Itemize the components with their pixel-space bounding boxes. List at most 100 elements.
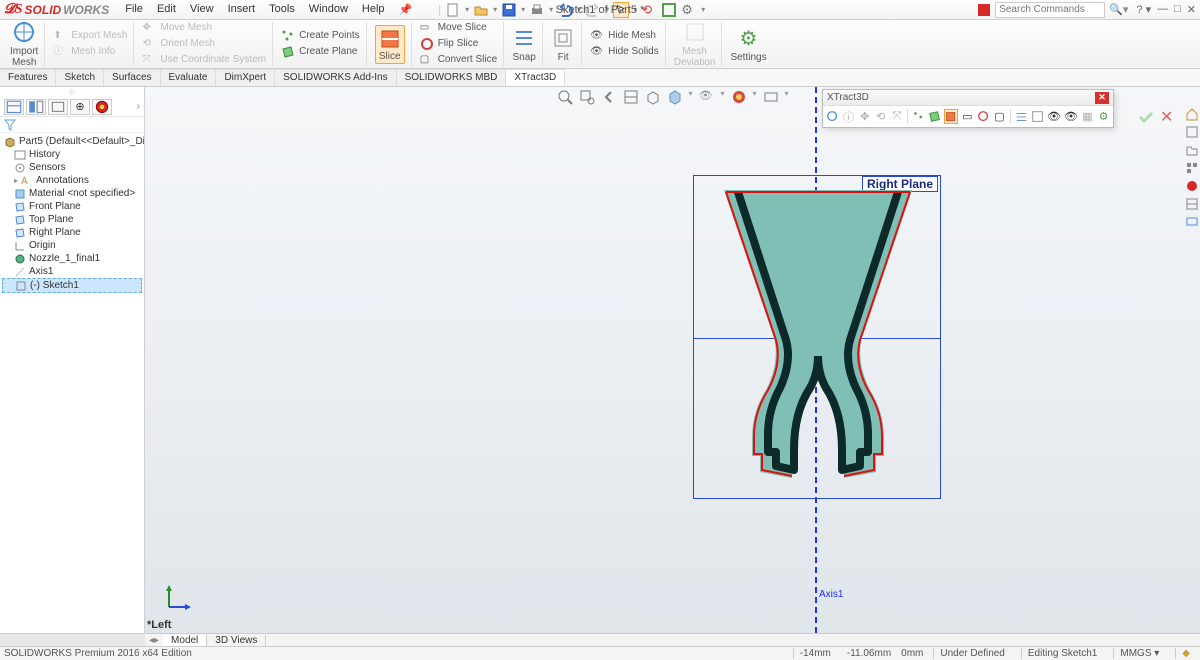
tree-sketch1[interactable]: (-) Sketch1 [2,278,142,293]
bottom-tab-3dviews[interactable]: 3D Views [207,635,266,646]
prev-view-icon[interactable] [600,89,616,105]
xt-orient-icon[interactable]: ⟲ [874,109,887,124]
menu-insert[interactable]: Insert [222,1,262,18]
dimxpert-tab-icon[interactable]: ⊕ [70,99,90,115]
xt-deviation-icon[interactable]: ▦ [1081,109,1094,124]
tab-scroll-left-icon[interactable]: ◂▸ [145,635,163,646]
close-icon[interactable]: ✕ [1187,3,1196,16]
tab-dimxpert[interactable]: DimXpert [216,69,275,86]
options-icon[interactable] [661,2,677,18]
tree-nozzle-mesh[interactable]: Nozzle_1_final1 [2,252,142,265]
xt-slice-icon[interactable] [944,109,957,124]
graphics-viewport[interactable]: ▣ ▢ — □ ✕ ▾ 👁▾ ▾ ▾ Axis1 Right Plane [145,87,1200,633]
menu-view[interactable]: View [184,1,220,18]
edit-appearance-icon[interactable] [731,89,747,105]
apply-scene-icon[interactable] [763,89,779,105]
create-plane-button[interactable]: Create Plane [281,45,360,59]
xt-snap-icon[interactable] [1015,109,1028,124]
create-points-button[interactable]: Create Points [281,29,360,43]
menu-window[interactable]: Window [303,1,354,18]
print-icon[interactable] [529,2,545,18]
tab-features[interactable]: Features [0,69,56,86]
xt-coord-icon[interactable]: ⤧ [890,109,903,124]
tree-history[interactable]: History [2,148,142,161]
save-icon[interactable] [501,2,517,18]
ribbon-snap[interactable]: Snap [506,22,543,66]
rail-forum-icon[interactable] [1185,215,1199,229]
display-style-icon[interactable] [666,89,682,105]
panel-next-icon[interactable]: › [137,101,140,112]
tab-mbd[interactable]: SOLIDWORKS MBD [397,69,507,86]
tab-surfaces[interactable]: Surfaces [104,69,160,86]
rail-view-palette-icon[interactable] [1185,161,1199,175]
xtract3d-close-icon[interactable]: ✕ [1095,92,1109,104]
tree-axis1[interactable]: Axis1 [2,265,142,278]
tab-evaluate[interactable]: Evaluate [161,69,217,86]
xt-move-slice-icon[interactable]: ▭ [961,109,974,124]
tree-right-plane[interactable]: Right Plane [2,226,142,239]
xt-hide-mesh-icon[interactable]: 👁 [1047,109,1061,124]
convert-slice-button[interactable]: ▢Convert Slice [420,53,497,67]
rail-design-lib-icon[interactable] [1185,125,1199,139]
rail-file-explorer-icon[interactable] [1185,143,1199,157]
tree-top-plane[interactable]: Top Plane [2,213,142,226]
config-tab-icon[interactable] [48,99,68,115]
ribbon-settings[interactable]: ⚙ Settings [724,22,772,66]
xt-move-icon[interactable]: ✥ [858,109,871,124]
search-input[interactable] [995,2,1105,18]
xt-settings-icon[interactable]: ⚙ [1097,109,1110,124]
xt-fit-icon[interactable] [1031,109,1044,124]
xt-info-icon[interactable]: ⓘ [842,109,855,124]
sketch-cancel-icon[interactable]: ✕ [1160,107,1180,127]
xt-points-icon[interactable] [912,109,925,124]
view-orient-icon[interactable] [644,89,660,105]
xt-convert-icon[interactable]: ▢ [993,109,1006,124]
hide-mesh-button[interactable]: 👁Hide Mesh [590,29,659,43]
display-tab-icon[interactable] [92,99,112,115]
minimize-icon[interactable]: — [1157,3,1168,16]
settings-gear-icon[interactable]: ⚙ [681,2,697,18]
ribbon-slice[interactable]: Slice [369,22,412,66]
menu-file[interactable]: File [119,1,149,18]
rail-custom-props-icon[interactable] [1185,197,1199,211]
sketch-exit-icon[interactable] [1136,107,1156,127]
xt-hide-solids-icon[interactable]: 👁 [1064,109,1078,124]
right-plane-box[interactable]: Right Plane [693,175,941,499]
bottom-tab-model[interactable]: Model [163,635,207,646]
xt-import-icon[interactable] [826,109,839,124]
rail-home-icon[interactable] [1185,107,1199,121]
property-tab-icon[interactable] [26,99,46,115]
tab-addins[interactable]: SOLIDWORKS Add-Ins [275,69,396,86]
tree-origin[interactable]: Origin [2,239,142,252]
xt-plane-icon[interactable] [928,109,941,124]
hide-solids-button[interactable]: 👁Hide Solids [590,45,659,59]
tree-annotations[interactable]: ▸AAnnotations [2,174,142,187]
help-icon[interactable]: ? ▾ [1136,3,1151,16]
ribbon-fit[interactable]: Fit [545,22,582,66]
xt-flip-slice-icon[interactable] [977,109,990,124]
status-rebuild-icon[interactable]: ◆ [1175,648,1196,659]
tree-sensors[interactable]: Sensors [2,161,142,174]
new-doc-icon[interactable] [445,2,461,18]
tab-sketch[interactable]: Sketch [56,69,104,86]
tree-root[interactable]: Part5 (Default<<Default>_Display State 1… [2,135,142,148]
hide-show-icon[interactable]: 👁 [698,89,714,105]
zoom-area-icon[interactable] [578,89,594,105]
section-view-icon[interactable] [622,89,638,105]
feature-tree-tab-icon[interactable] [4,99,24,115]
flip-slice-button[interactable]: Flip Slice [420,37,497,51]
search-icon[interactable]: 🔍▾ [1109,3,1128,16]
menu-help[interactable]: Help [356,1,391,18]
status-units[interactable]: MMGS ▾ [1113,648,1165,659]
zoom-fit-icon[interactable] [556,89,572,105]
rail-appearances-icon[interactable] [1185,179,1199,193]
menu-tools[interactable]: Tools [263,1,301,18]
move-slice-button[interactable]: ▭Move Slice [420,21,497,35]
menu-edit[interactable]: Edit [151,1,182,18]
open-doc-icon[interactable] [473,2,489,18]
maximize-icon[interactable]: □ [1174,3,1181,16]
tree-front-plane[interactable]: Front Plane [2,200,142,213]
menu-pin-icon[interactable]: 📌 [393,1,419,18]
xtract3d-titlebar[interactable]: XTract3D ✕ [823,90,1113,106]
ribbon-import-mesh[interactable]: Import Mesh [4,22,45,66]
